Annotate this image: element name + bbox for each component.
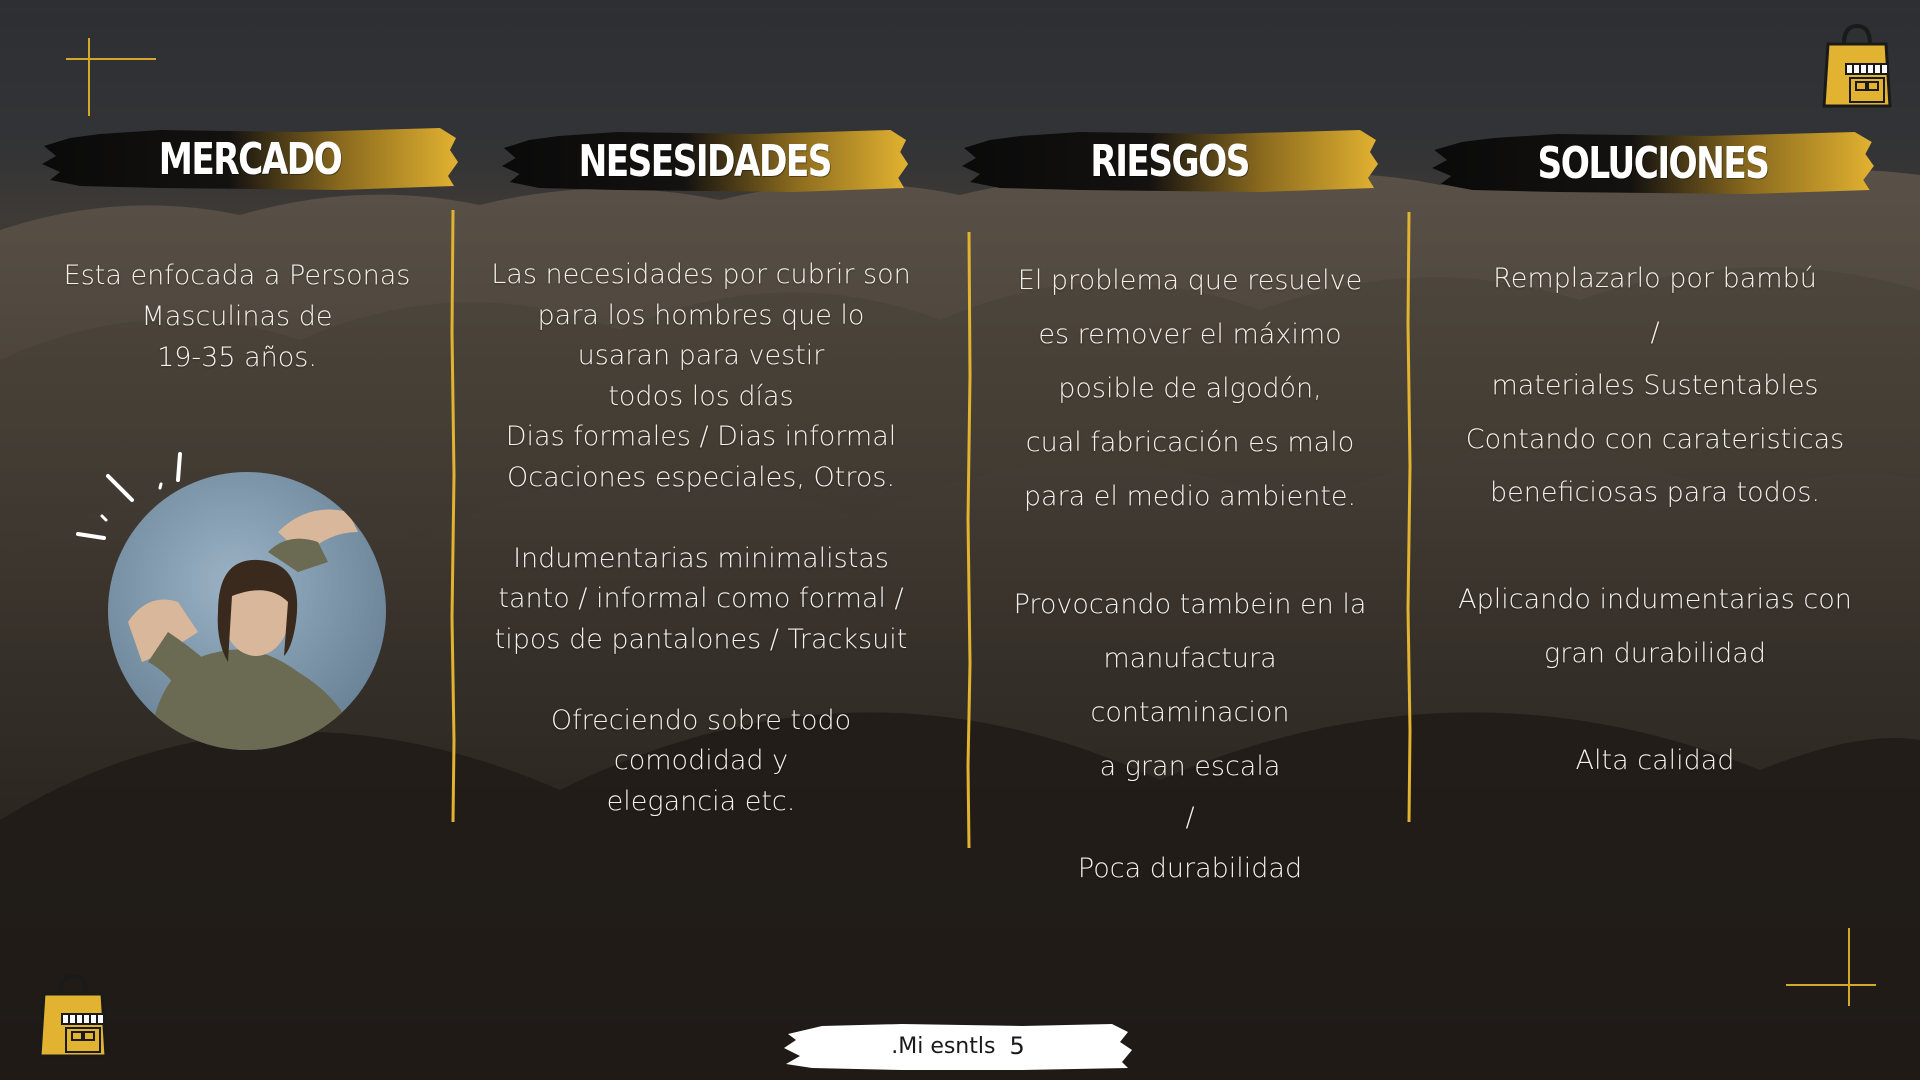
text-line: Ofreciendo sobre todo <box>550 704 852 736</box>
header-title: RIESGOS <box>1090 135 1251 187</box>
text-line: beneficiosas para todos. <box>1490 477 1820 508</box>
text-line: / <box>1185 802 1195 833</box>
text-line: Aplicando indumentarias con <box>1458 584 1852 615</box>
mercado-text: Esta enfocada a Personas Masculinas de 1… <box>32 255 442 378</box>
text-line: 19-35 años. <box>157 342 317 373</box>
shopping-bag-storefront-icon <box>34 970 112 1060</box>
text-line: usaran para vestir <box>577 340 825 371</box>
text-line: Ocaciones especiales, Otros. <box>506 461 896 493</box>
cross-decoration-bottom-right <box>1786 928 1886 1008</box>
text-line: Contando con carateristicas <box>1465 423 1845 455</box>
person-photo <box>128 509 358 750</box>
header-necesidades: NESESIDADES <box>500 126 910 196</box>
cross-decoration-top-left <box>60 38 160 118</box>
text-line: elegancia etc. <box>606 785 796 817</box>
riesgos-text: El problema que resuelve es remover el m… <box>980 254 1400 896</box>
text-line: es remover el máximo <box>1038 319 1342 350</box>
shopping-bag-storefront-icon <box>1818 20 1896 110</box>
header-title: SOLUCIONES <box>1537 137 1770 189</box>
footer-brand-label: .Mi esntls 5 <box>782 1020 1134 1072</box>
page-number: 5 <box>1009 1032 1025 1060</box>
text-line: Indumentarias minimalistas <box>513 542 889 574</box>
text-line: Alta calidad <box>1575 744 1735 776</box>
text-line: Dias formales / Dias informal <box>505 421 897 452</box>
text-line: a gran escala <box>1099 751 1281 782</box>
text-line: tanto / informal como formal / <box>498 583 904 614</box>
column-divider <box>966 231 972 849</box>
text-line: para los hombres que lo <box>537 299 865 331</box>
column-divider <box>1406 211 1412 823</box>
text-line: / <box>1650 316 1660 348</box>
soluciones-text: Remplazarlo por bambú / materiales Suste… <box>1420 252 1890 787</box>
text-line: El problema que resuelve <box>1017 265 1363 296</box>
text-line: Masculinas de <box>141 301 333 332</box>
text-line: comodidad y <box>613 745 789 776</box>
header-title: MERCADO <box>158 133 343 185</box>
text-line: gran durabilidad <box>1544 637 1766 669</box>
text-line: para el medio ambiente. <box>1023 481 1357 512</box>
brand-name: .Mi esntls <box>891 1033 996 1059</box>
text-line: Poca durabilidad <box>1077 853 1303 884</box>
avatar <box>108 472 386 750</box>
text-line: Las necesidades por cubrir son <box>491 259 911 290</box>
text-line: tipos de pantalones / Tracksuit <box>494 623 908 655</box>
text-line: materiales Sustentables <box>1491 370 1819 401</box>
text-line: todos los días <box>608 380 794 412</box>
text-line: cual fabricación es malo <box>1025 427 1355 458</box>
text-line: Esta enfocada a Personas <box>63 260 411 291</box>
header-riesgos: RIESGOS <box>960 126 1380 196</box>
text-line: Provocando tambein en la <box>1013 589 1367 620</box>
text-line: posible de algodón, <box>1058 373 1322 404</box>
header-title: NESESIDADES <box>578 135 833 187</box>
text-line: manufactura <box>1103 643 1277 674</box>
header-soluciones: SOLUCIONES <box>1430 128 1876 198</box>
text-line: Remplazarlo por bambú <box>1493 263 1817 294</box>
necesidades-text: Las necesidades por cubrir son para los … <box>466 255 936 822</box>
column-divider <box>450 209 456 823</box>
text-line: contaminacion <box>1090 697 1290 728</box>
header-mercado: MERCADO <box>40 124 460 194</box>
